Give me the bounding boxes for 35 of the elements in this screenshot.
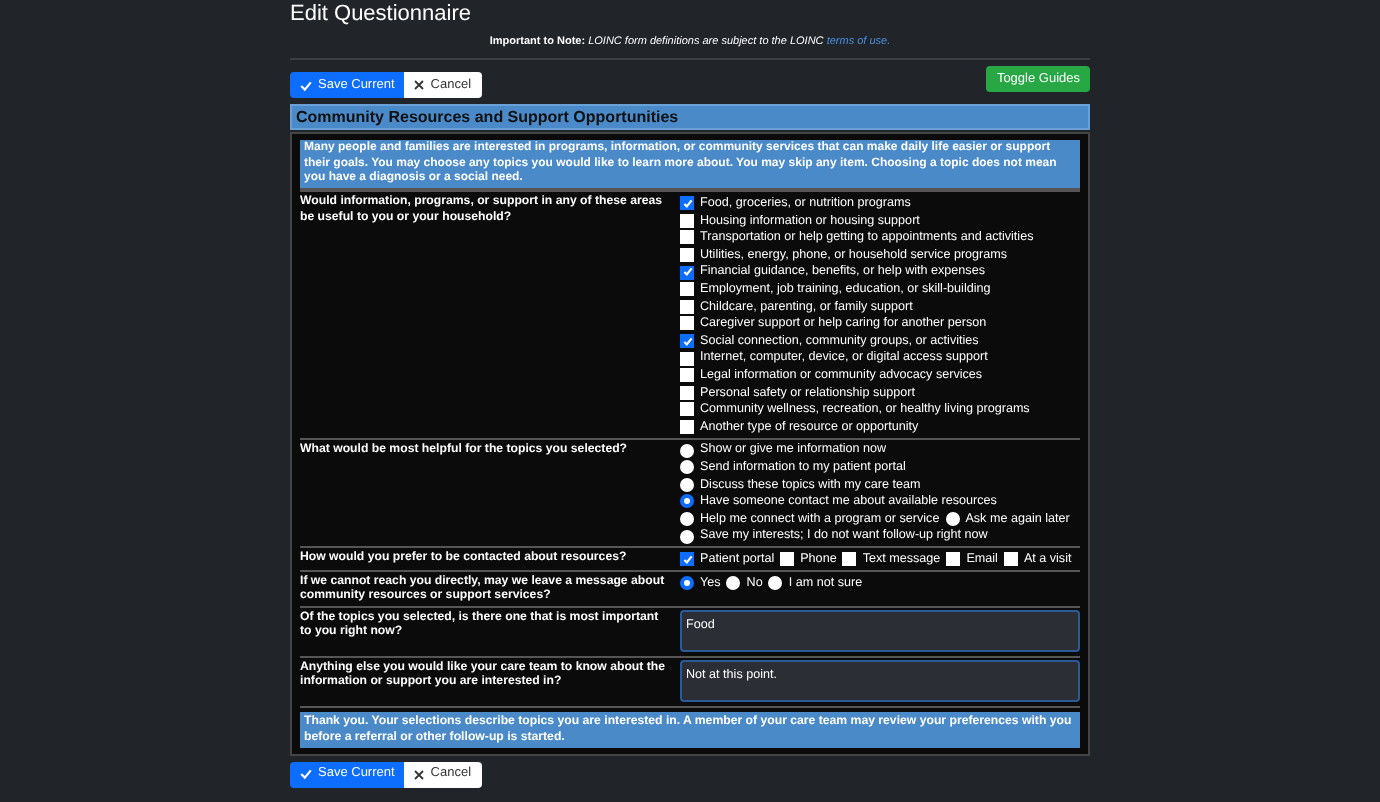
radio-button[interactable] xyxy=(680,529,694,544)
checkbox[interactable] xyxy=(680,196,694,211)
checkbox[interactable] xyxy=(680,385,694,400)
checkbox[interactable] xyxy=(842,552,857,567)
checkbox[interactable] xyxy=(680,282,694,297)
radio-button[interactable] xyxy=(680,477,694,492)
checkbox[interactable] xyxy=(680,351,694,366)
checkbox[interactable] xyxy=(680,213,694,228)
radio-button[interactable] xyxy=(726,575,741,590)
radio-button[interactable] xyxy=(945,511,960,526)
checkbox[interactable] xyxy=(680,316,694,331)
checkbox[interactable] xyxy=(680,552,694,567)
checkbox[interactable] xyxy=(680,248,694,263)
close-icon xyxy=(414,80,425,91)
page-title: Edit Questionnaire xyxy=(290,2,473,28)
checkbox[interactable] xyxy=(946,552,961,567)
radio-button[interactable] xyxy=(680,443,694,458)
radio-button[interactable] xyxy=(680,575,694,590)
radio-button[interactable] xyxy=(680,511,694,526)
check-icon xyxy=(300,768,312,781)
checkbox[interactable] xyxy=(1003,552,1018,567)
checkbox[interactable] xyxy=(680,368,694,383)
close-icon xyxy=(414,769,425,780)
checkbox[interactable] xyxy=(680,230,694,245)
radio-button[interactable] xyxy=(768,575,783,590)
radio-button[interactable] xyxy=(680,460,694,475)
checkbox[interactable] xyxy=(680,419,694,434)
checkbox[interactable] xyxy=(780,552,795,567)
radio-button[interactable] xyxy=(680,494,694,509)
check-icon xyxy=(300,79,312,92)
checkbox[interactable] xyxy=(680,402,694,417)
section-header: Community Resources and Support Opportunities xyxy=(290,104,1090,131)
checkbox[interactable] xyxy=(680,334,694,349)
checkbox[interactable] xyxy=(680,265,694,280)
checkbox[interactable] xyxy=(680,299,694,314)
